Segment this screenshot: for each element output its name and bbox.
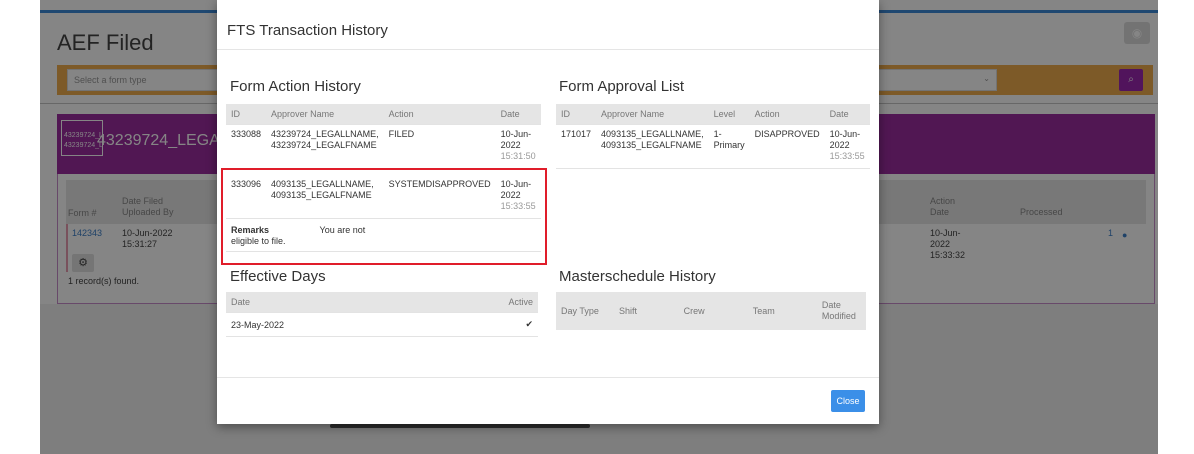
row-approver: 4093135_LEGALLNAME, 4093135_LEGALFNAME bbox=[596, 123, 709, 169]
row-date: 10-Jun- 2022 15:33:55 bbox=[824, 123, 870, 169]
row-approver: 43239724_LEGALLNAME, 43239724_LEGALFNAME bbox=[266, 123, 384, 168]
close-button[interactable]: Close bbox=[831, 390, 865, 412]
table-row: 171017 4093135_LEGALLNAME, 4093135_LEGALF… bbox=[556, 123, 870, 169]
col-id: ID bbox=[556, 104, 597, 124]
modal-title: FTS Transaction History bbox=[227, 22, 388, 39]
level-line1: 1- bbox=[713, 128, 722, 139]
col-day-type: Day Type bbox=[556, 292, 614, 330]
checkmark-icon: ✔ bbox=[498, 311, 538, 337]
table-row: 333088 43239724_LEGALLNAME, 43239724_LEGA… bbox=[226, 123, 541, 168]
col-approver-name: Approver Name bbox=[596, 104, 709, 124]
masterschedule-history-title: Masterschedule History bbox=[559, 268, 716, 285]
red-highlight-box bbox=[221, 168, 547, 265]
col-crew: Crew bbox=[678, 292, 748, 330]
col-action: Action bbox=[383, 104, 496, 124]
effective-days-title: Effective Days bbox=[230, 268, 326, 285]
date-line2: 2022 bbox=[829, 139, 850, 150]
col-date: Date bbox=[226, 292, 498, 312]
col-id: ID bbox=[226, 104, 267, 124]
approver-lastname: 43239724_LEGALLNAME, bbox=[271, 128, 379, 139]
masterschedule-history-table: Day Type Shift Crew Team Date Modified bbox=[556, 292, 866, 330]
col-level: Level bbox=[708, 104, 750, 124]
time: 15:31:50 bbox=[500, 150, 536, 161]
modal-footer: Close bbox=[217, 377, 879, 424]
date-line1: 10-Jun- bbox=[500, 128, 532, 139]
table-row: 23-May-2022 ✔ bbox=[226, 311, 538, 337]
col-active: Active bbox=[498, 292, 538, 312]
row-id: 333088 bbox=[226, 123, 267, 168]
level-line2: Primary bbox=[713, 139, 745, 150]
date-line1: 10-Jun- bbox=[829, 128, 861, 139]
form-approval-list-table: ID Approver Name Level Action Date 17101… bbox=[556, 104, 870, 169]
col-shift: Shift bbox=[613, 292, 679, 330]
row-action: DISAPPROVED bbox=[749, 123, 825, 169]
form-action-history-title: Form Action History bbox=[230, 78, 361, 95]
col-date: Date bbox=[824, 104, 870, 124]
row-date: 10-Jun- 2022 15:31:50 bbox=[495, 123, 541, 168]
modal-header: FTS Transaction History bbox=[217, 0, 879, 50]
row-action: FILED bbox=[383, 123, 496, 168]
time: 15:33:55 bbox=[829, 150, 865, 161]
transaction-history-modal: FTS Transaction History Form Action Hist… bbox=[217, 0, 879, 424]
effective-days-table: Date Active 23-May-2022 ✔ bbox=[226, 292, 538, 337]
col-approver-name: Approver Name bbox=[266, 104, 384, 124]
approver-firstname: 4093135_LEGALFNAME bbox=[601, 139, 702, 150]
col-team: Team bbox=[747, 292, 817, 330]
row-level: 1- Primary bbox=[708, 123, 750, 169]
col-date-modified: Date Modified bbox=[816, 292, 866, 330]
approver-lastname: 4093135_LEGALLNAME, bbox=[601, 128, 704, 139]
form-approval-list-title: Form Approval List bbox=[559, 78, 685, 95]
approver-firstname: 43239724_LEGALFNAME bbox=[271, 139, 377, 150]
date-line2: 2022 bbox=[500, 139, 521, 150]
col-date: Date bbox=[495, 104, 541, 124]
screen: AEF Filed ◉ Select a form type ⌄ ⌕ 43239… bbox=[0, 0, 1194, 454]
col-action: Action bbox=[749, 104, 825, 124]
effective-date: 23-May-2022 bbox=[226, 311, 498, 337]
row-id: 171017 bbox=[556, 123, 597, 169]
